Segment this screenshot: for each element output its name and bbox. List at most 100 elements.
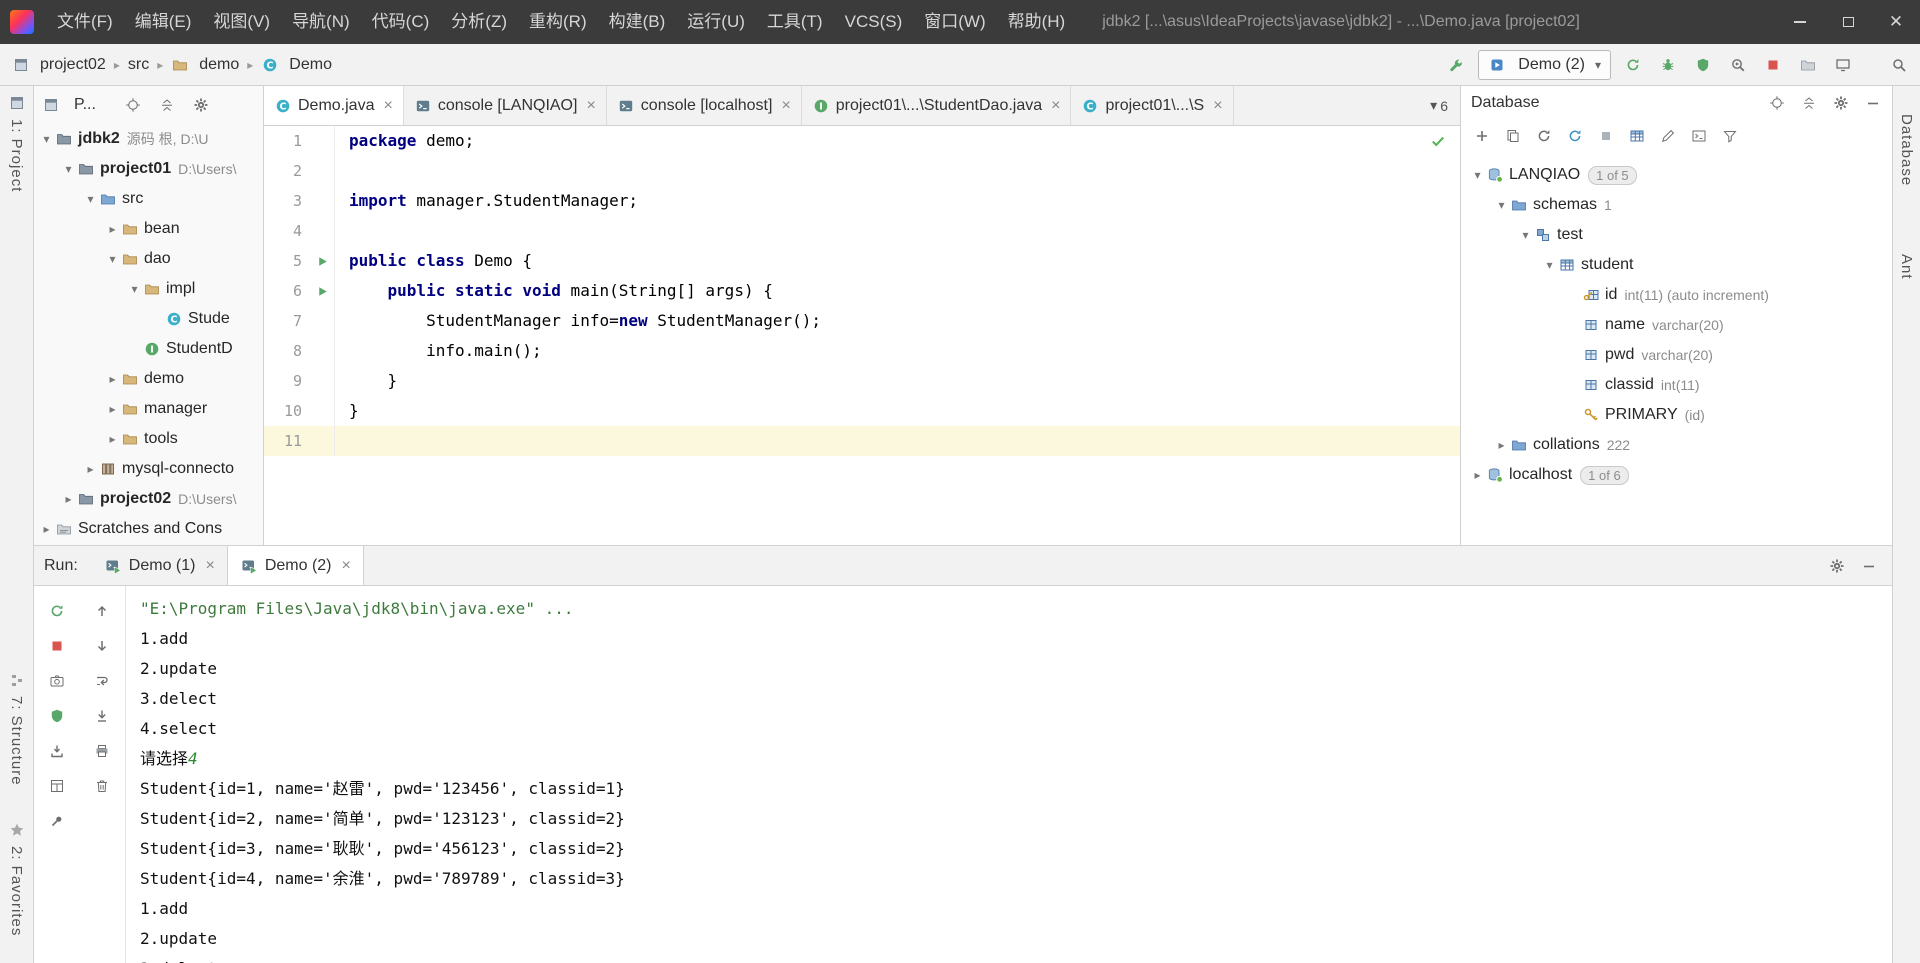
tool-window-button-favorites[interactable]: 2: Favorites [0, 821, 33, 936]
editor-line[interactable]: 6 public static void main(String[] args)… [264, 276, 1460, 306]
chevron-right-icon[interactable]: ▸ [38, 522, 55, 536]
menu-item[interactable]: 重构(R) [518, 0, 598, 44]
refresh-icon[interactable] [1535, 127, 1553, 145]
project-tree-item[interactable]: ▾ project01 D:\Users\ [34, 154, 263, 184]
rerun-icon[interactable] [1620, 52, 1646, 78]
database-tree-item[interactable]: ▾ schemas 1 [1461, 190, 1892, 220]
scroll-end-icon[interactable] [93, 707, 111, 725]
close-icon[interactable]: × [1051, 97, 1060, 115]
close-icon[interactable]: × [586, 97, 595, 115]
chevron-right-icon[interactable]: ▸ [1469, 468, 1486, 482]
chevron-right-icon[interactable]: ▸ [104, 402, 121, 416]
project-tree-item[interactable]: ▾ impl [34, 274, 263, 304]
search-icon[interactable] [1886, 52, 1912, 78]
collapse-icon[interactable] [1800, 94, 1818, 112]
run-marker-icon[interactable] [313, 252, 331, 270]
chevron-down-icon[interactable]: ▾ [1517, 228, 1534, 242]
up-icon[interactable] [93, 602, 111, 620]
menu-item[interactable]: VCS(S) [834, 0, 914, 44]
chevron-down-icon[interactable]: ▾ [1493, 198, 1510, 212]
menu-item[interactable]: 编辑(E) [124, 0, 203, 44]
database-tree-item[interactable]: ▾ test [1461, 220, 1892, 250]
run-tab[interactable]: Demo (2) × [226, 546, 364, 585]
project-tree-item[interactable]: ▸ mysql-connecto [34, 454, 263, 484]
chevron-right-icon[interactable]: ▸ [104, 222, 121, 236]
database-tree-item[interactable]: ▾ student [1461, 250, 1892, 280]
editor-line[interactable]: 8 info.main(); [264, 336, 1460, 366]
table-big-icon[interactable] [1628, 127, 1646, 145]
database-tree-item[interactable]: pwd varchar(20) [1461, 340, 1892, 370]
settings-icon[interactable] [192, 96, 210, 114]
menu-item[interactable]: 导航(N) [281, 0, 361, 44]
project-tree-item[interactable]: ▸ project02 D:\Users\ [34, 484, 263, 514]
editor-line[interactable]: 1 package demo; [264, 126, 1460, 156]
project-tree-item[interactable]: C Stude [34, 304, 263, 334]
minimize-window-icon[interactable] [1776, 0, 1824, 44]
settings-icon[interactable] [1828, 557, 1846, 575]
settings-icon[interactable] [1832, 94, 1850, 112]
down-icon[interactable] [93, 637, 111, 655]
breadcrumb-item[interactable]: src [128, 56, 149, 74]
chevron-down-icon[interactable]: ▾ [60, 162, 77, 176]
breadcrumb-item[interactable]: C Demo [261, 56, 332, 74]
chevron-right-icon[interactable]: ▸ [104, 372, 121, 386]
close-icon[interactable]: × [1213, 97, 1222, 115]
menu-item[interactable]: 工具(T) [756, 0, 834, 44]
editor-line[interactable]: 10} [264, 396, 1460, 426]
database-tree-item[interactable]: ▾ LANQIAO 1 of 5 [1461, 160, 1892, 190]
collapse-icon[interactable] [158, 96, 176, 114]
chevron-right-icon[interactable]: ▸ [1493, 438, 1510, 452]
editor-line[interactable]: 2 [264, 156, 1460, 186]
menu-item[interactable]: 构建(B) [598, 0, 677, 44]
editor-tab[interactable]: C Demo.java × [264, 86, 404, 125]
editor-line[interactable]: 3 import manager.StudentManager; [264, 186, 1460, 216]
editor-line[interactable]: 7 StudentManager info=new StudentManager… [264, 306, 1460, 336]
maximize-window-icon[interactable] [1824, 0, 1872, 44]
run-configuration-select[interactable]: Demo (2) ▾ [1478, 49, 1611, 80]
project-tree-item[interactable]: ▾ src [34, 184, 263, 214]
close-icon[interactable]: × [342, 557, 351, 575]
project-tree-item[interactable]: ▸ manager [34, 394, 263, 424]
stop-icon[interactable] [1760, 52, 1786, 78]
trash-icon[interactable] [93, 777, 111, 795]
chevron-down-icon[interactable]: ▾ [104, 252, 121, 266]
close-icon[interactable]: × [383, 97, 392, 115]
database-tree-item[interactable]: PRIMARY (id) [1461, 400, 1892, 430]
breadcrumb-item[interactable]: project02 [12, 56, 106, 74]
stop-icon[interactable] [48, 637, 66, 655]
camera-icon[interactable] [48, 672, 66, 690]
plus-icon[interactable] [1473, 127, 1491, 145]
chevron-right-icon[interactable]: ▸ [104, 432, 121, 446]
close-icon[interactable]: × [205, 557, 214, 575]
menu-item[interactable]: 窗口(W) [913, 0, 996, 44]
close-icon[interactable]: × [781, 97, 790, 115]
coverage-icon[interactable] [48, 707, 66, 725]
chevron-right-icon[interactable]: ▸ [82, 462, 99, 476]
editor-tab[interactable]: Iproject01\...\StudentDao.java × [802, 86, 1072, 125]
chevron-down-icon[interactable]: ▾ [1541, 258, 1558, 272]
run-marker-icon[interactable] [313, 282, 331, 300]
tool-window-button-ant[interactable]: Ant [1893, 254, 1920, 280]
editor-tab[interactable]: Cproject01\...\S × [1071, 86, 1234, 125]
database-tree-item[interactable]: id int(11) (auto increment) [1461, 280, 1892, 310]
printer-icon[interactable] [93, 742, 111, 760]
editor-line[interactable]: 9 } [264, 366, 1460, 396]
project-tree-item[interactable]: ▸ bean [34, 214, 263, 244]
project-tree-item[interactable]: ▸ demo [34, 364, 263, 394]
chevron-down-icon[interactable]: ▾ [38, 132, 55, 146]
chevron-down-icon[interactable]: ▾ [126, 282, 143, 296]
rerun-icon[interactable] [48, 602, 66, 620]
monitor-icon[interactable] [1830, 52, 1856, 78]
menu-item[interactable]: 文件(F) [46, 0, 124, 44]
tool-window-button-project[interactable]: 1: Project [0, 94, 33, 192]
coverage-icon[interactable] [1690, 52, 1716, 78]
tool-window-button-database[interactable]: Database [1893, 114, 1920, 186]
run-tab[interactable]: Demo (1) × [92, 546, 227, 585]
project-tree-item[interactable]: ▾ dao [34, 244, 263, 274]
editor-tab[interactable]: console [localhost] × [607, 86, 802, 125]
pin-icon[interactable] [48, 812, 66, 830]
database-tree-item[interactable]: ▸ collations 222 [1461, 430, 1892, 460]
menu-item[interactable]: 分析(Z) [440, 0, 518, 44]
stop-gray-icon[interactable] [1597, 127, 1615, 145]
project-view-selector[interactable]: P... [74, 96, 96, 114]
